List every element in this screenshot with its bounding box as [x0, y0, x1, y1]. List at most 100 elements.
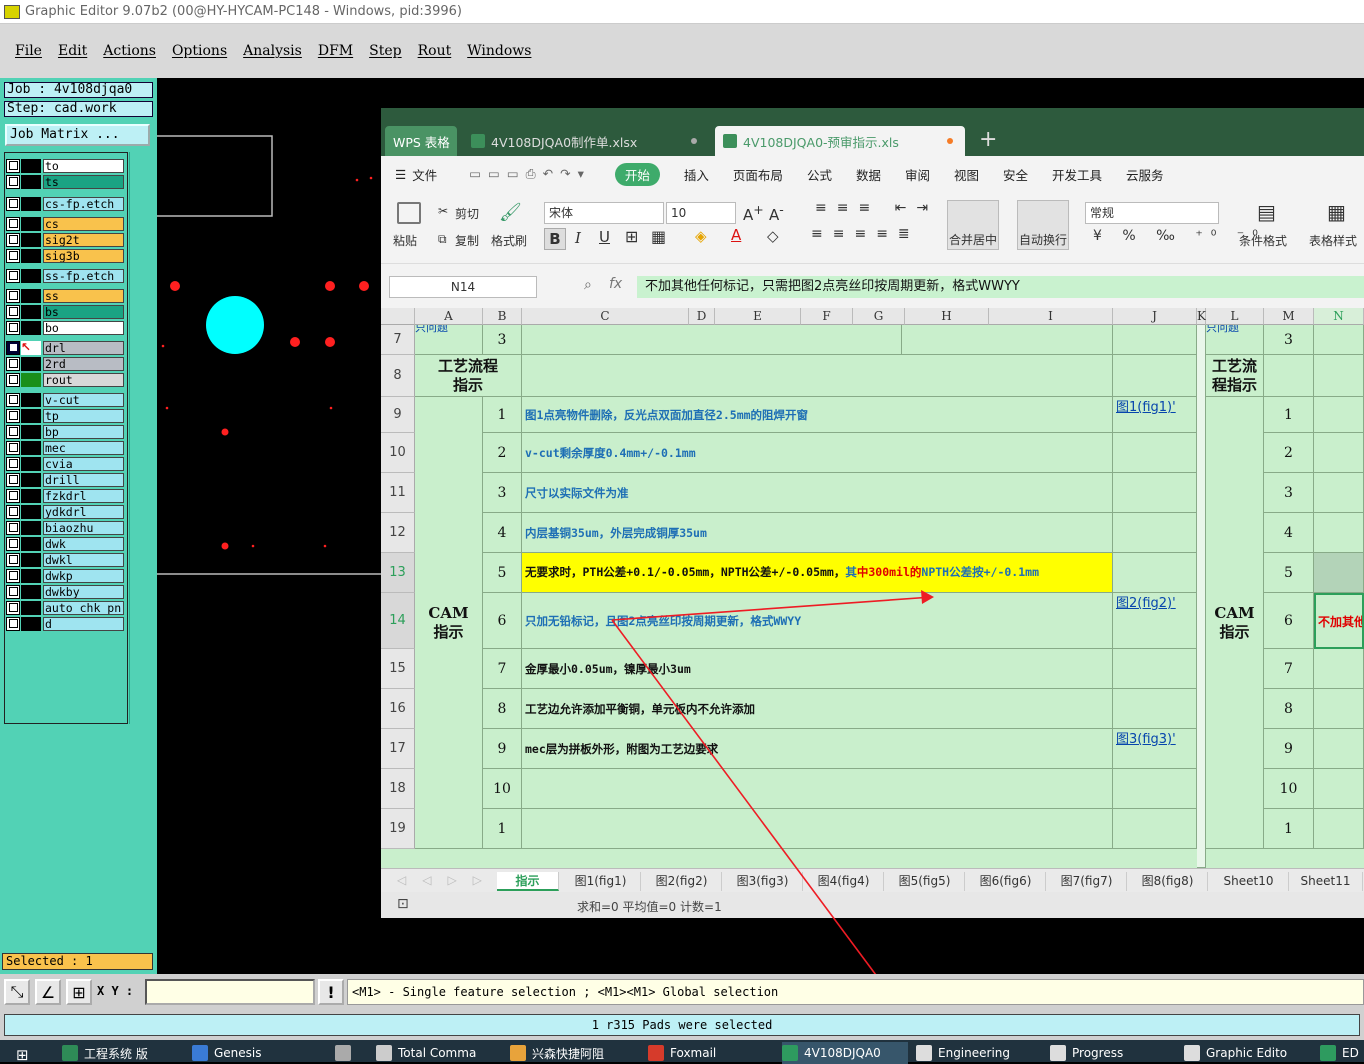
layer-name[interactable]: tp	[43, 408, 124, 423]
layer-color-swatch[interactable]	[21, 408, 41, 423]
task-text[interactable]	[522, 809, 1113, 849]
menu-file[interactable]: File	[15, 43, 42, 59]
task-text[interactable]: 金厚最小0.05um，镍厚最小3um	[522, 649, 1113, 689]
pad[interactable]	[325, 281, 335, 291]
right-number[interactable]: 4	[1264, 513, 1314, 553]
cell-N14-selected[interactable]: 不加其他	[1314, 593, 1364, 649]
taskbar-item[interactable]: Genesis	[192, 1042, 262, 1064]
cell-J[interactable]	[1113, 689, 1197, 729]
cell-N[interactable]	[1314, 649, 1364, 689]
menu-options[interactable]: Options	[172, 43, 227, 59]
cut-button[interactable]: 剪切	[455, 205, 479, 222]
layer-color-swatch[interactable]	[21, 268, 41, 283]
task-text[interactable]: 内层基铜35um，外层完成铜厚35um	[522, 513, 1113, 553]
row-header[interactable]: 11	[381, 473, 415, 513]
pad[interactable]	[325, 337, 335, 347]
layer-visibility-checkbox[interactable]	[6, 568, 20, 583]
layer-visibility-checkbox[interactable]	[6, 440, 20, 455]
sheet-nav-arrows-icon[interactable]: ◁◁▷▷	[397, 873, 498, 887]
layer-row-ss-fp.etch[interactable]: ss-fp.etch	[6, 268, 124, 283]
taskbar-item[interactable]: Progress	[1050, 1042, 1123, 1064]
sheet-tab[interactable]: 图3(fig3)	[723, 872, 803, 891]
menu-rout[interactable]: Rout	[418, 43, 452, 59]
right-number[interactable]: 10	[1264, 769, 1314, 809]
clear-format-icon[interactable]: ◇	[767, 227, 779, 245]
layer-name[interactable]: rout	[43, 372, 124, 387]
layer-row-dwk[interactable]: dwk	[6, 536, 124, 551]
name-box[interactable]: N14	[389, 276, 537, 298]
layer-color-swatch[interactable]	[21, 424, 41, 439]
wps-menu-view[interactable]: 视图	[954, 165, 979, 184]
snap-grid-icon[interactable]: ⊞	[66, 979, 92, 1005]
sheet-tab[interactable]: 图8(fig8)	[1128, 872, 1208, 891]
column-header-j[interactable]: J	[1113, 308, 1197, 325]
layer-visibility-checkbox[interactable]	[6, 488, 20, 503]
sheet-tab[interactable]: 图4(fig4)	[804, 872, 884, 891]
layer-row-bs[interactable]: bs	[6, 304, 124, 319]
corner-select-all[interactable]	[381, 308, 415, 325]
row-header[interactable]: 15	[381, 649, 415, 689]
sheet-tab[interactable]: 图2(fig2)	[642, 872, 722, 891]
task-number[interactable]: 1	[483, 809, 522, 849]
right-number[interactable]: 6	[1264, 593, 1314, 649]
bold-icon[interactable]: B	[544, 228, 566, 250]
right-number[interactable]: 3	[1264, 473, 1314, 513]
layer-color-swatch[interactable]	[21, 504, 41, 519]
row-header[interactable]: 17	[381, 729, 415, 769]
font-shrink-icon[interactable]: A-	[769, 202, 784, 224]
cell-J[interactable]	[1113, 809, 1197, 849]
task-number[interactable]: 5	[483, 553, 522, 593]
layer-row-v-cut[interactable]: v-cut	[6, 392, 124, 407]
underline-icon[interactable]: U	[599, 228, 610, 246]
cell-N[interactable]	[1314, 809, 1364, 849]
quick-access-icons[interactable]: ▭▭▭⎙↶↷▾	[469, 166, 591, 182]
fx-icon[interactable]: fx	[609, 276, 622, 292]
paste-button[interactable]: 粘贴	[393, 232, 417, 249]
layer-visibility-checkbox[interactable]	[6, 424, 20, 439]
cell-N[interactable]	[1314, 769, 1364, 809]
cell-C8[interactable]	[522, 355, 1113, 397]
spreadsheet-grid[interactable]: A B C D E F G H I J K L M N 7 8 9 10 11 12 13 14 15 16 17 18 19 只问题…	[381, 308, 1364, 868]
fill-color-icon[interactable]: ◈	[695, 227, 707, 245]
layer-visibility-checkbox[interactable]	[6, 232, 20, 247]
copy-icon[interactable]: ⧉	[438, 232, 447, 247]
sheet-tab[interactable]: 图5(fig5)	[885, 872, 965, 891]
layer-row-2rd[interactable]: 2rd	[6, 356, 124, 371]
task-number[interactable]: 2	[483, 433, 522, 473]
menu-actions[interactable]: Actions	[103, 43, 156, 59]
layer-name[interactable]: dwkby	[43, 584, 124, 599]
right-number[interactable]: 7	[1264, 649, 1314, 689]
layer-row-fzkdrl[interactable]: fzkdrl	[6, 488, 124, 503]
right-number[interactable]: 2	[1264, 433, 1314, 473]
wps-menu-layout[interactable]: 页面布局	[733, 165, 783, 184]
status-doc-icon[interactable]: ⊡	[397, 896, 409, 912]
cell-N13[interactable]	[1314, 553, 1364, 593]
layer-row-tp[interactable]: tp	[6, 408, 124, 423]
layer-row-d[interactable]: d	[6, 616, 124, 631]
layer-row-biaozhu[interactable]: biaozhu	[6, 520, 124, 535]
layer-name[interactable]: cvia	[43, 456, 124, 471]
menu-step[interactable]: Step	[369, 43, 401, 59]
formula-input[interactable]: 不加其他任何标记，只需把图2点亮丝印按周期更新，格式WWYY	[637, 276, 1364, 298]
layer-active-arrow-icon[interactable]: ↖	[21, 340, 41, 355]
row-header[interactable]: 14	[381, 593, 415, 649]
cell-N[interactable]	[1314, 355, 1364, 397]
number-format-select[interactable]: 常规	[1085, 202, 1219, 224]
tab-file-zhizuodan[interactable]: 4V108DJQA0制作单.xlsx	[463, 126, 709, 156]
sheet-tab[interactable]: 图1(fig1)	[561, 872, 641, 891]
layer-visibility-checkbox[interactable]	[6, 600, 20, 615]
task-number[interactable]: 4	[483, 513, 522, 553]
section-process-label-right[interactable]: 工艺流程指示	[1206, 355, 1264, 397]
menu-windows[interactable]: Windows	[467, 43, 531, 59]
column-header-d[interactable]: D	[689, 308, 715, 325]
section-cam-label[interactable]: CAM指示	[415, 397, 483, 849]
zoom-fit-icon[interactable]: ⤡	[4, 979, 30, 1005]
layer-name[interactable]: sig2t	[43, 232, 124, 247]
wps-menu-file[interactable]: 文件	[412, 165, 437, 184]
sheet-tab[interactable]: Sheet11	[1289, 872, 1363, 891]
taskbar-item[interactable]: Total Comma	[376, 1042, 476, 1064]
layer-name[interactable]: drill	[43, 472, 124, 487]
column-header-g[interactable]: G	[853, 308, 905, 325]
layer-color-swatch[interactable]	[21, 520, 41, 535]
right-number[interactable]: 3	[1264, 325, 1314, 355]
